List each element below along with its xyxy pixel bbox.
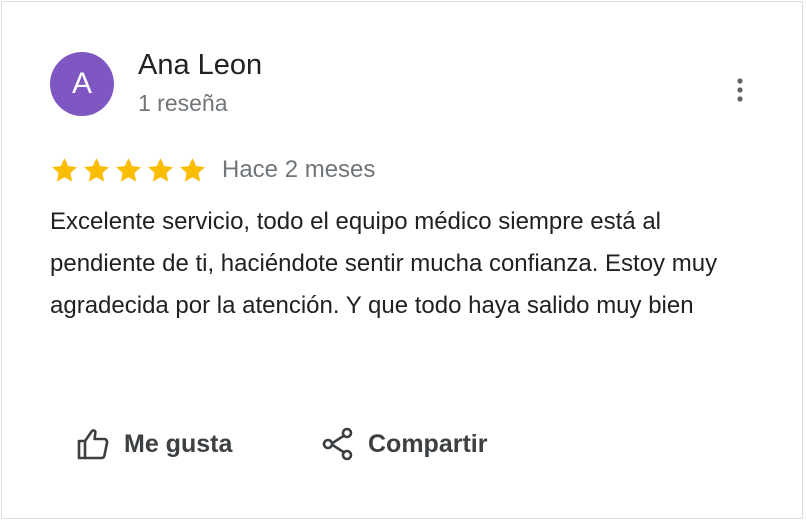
reviewer-review-count: 1 reseña — [138, 90, 228, 116]
star-icon — [116, 158, 141, 182]
avatar[interactable]: A — [50, 52, 114, 116]
more-vert-icon — [737, 78, 743, 102]
review-card: A Ana Leon 1 reseña Hace 2 meses Excelen… — [1, 1, 803, 519]
star-icon — [148, 158, 173, 182]
like-label: Me gusta — [124, 429, 233, 458]
share-icon — [322, 427, 353, 461]
star-icon — [52, 158, 77, 182]
thumb-up-icon — [77, 429, 109, 460]
review-time: Hace 2 meses — [222, 156, 376, 183]
like-button[interactable]: Me gusta — [76, 420, 232, 468]
share-label: Compartir — [368, 429, 488, 458]
reviewer-name[interactable]: Ana Leon — [138, 49, 262, 82]
star-icon — [84, 158, 109, 182]
more-options-button[interactable] — [724, 72, 756, 108]
star-icon — [180, 158, 205, 182]
star-rating — [50, 156, 207, 185]
share-button[interactable]: Compartir — [322, 420, 487, 468]
review-text: Excelente servicio, todo el equipo médic… — [50, 208, 718, 319]
